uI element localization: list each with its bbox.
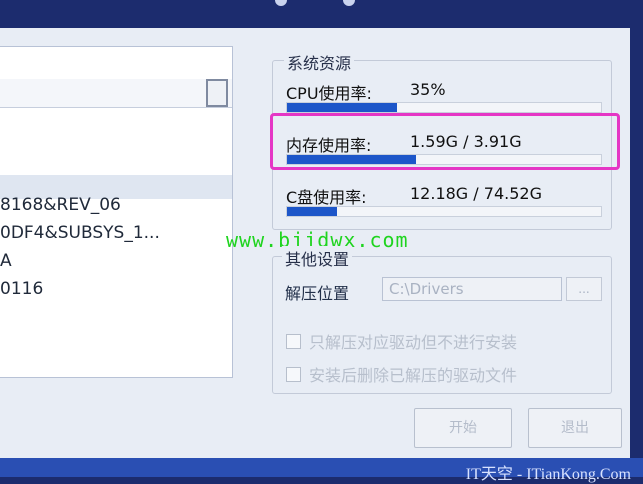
start-button[interactable]: 开始 bbox=[414, 408, 512, 448]
disk-usage-value: 12.18G / 74.52G bbox=[410, 184, 542, 203]
brand-text: IT天空 - ITianKong.Com bbox=[465, 466, 631, 483]
checkbox[interactable] bbox=[286, 367, 301, 382]
cpu-usage-bar-fill bbox=[287, 103, 397, 112]
cpu-usage-bar bbox=[286, 102, 602, 113]
disk-usage-bar bbox=[286, 206, 602, 217]
disk-usage-bar-fill bbox=[287, 207, 338, 216]
system-resources-title: 系统资源 bbox=[284, 50, 355, 74]
extract-path-input[interactable]: C:\Drivers bbox=[382, 277, 562, 301]
option-delete-after-install-label: 安装后删除已解压的驱动文件 bbox=[309, 366, 518, 385]
cpu-usage-value: 35% bbox=[410, 80, 446, 99]
option-extract-only-label: 只解压对应驱动但不进行安装 bbox=[309, 333, 518, 352]
browse-button[interactable]: ... bbox=[566, 277, 602, 301]
cpu-usage-label: CPU使用率: bbox=[286, 84, 372, 103]
window-title-dot bbox=[343, 0, 355, 6]
device-list[interactable]: 8168&REV_06 0DF4&SUBSYS_1... A 0116 bbox=[0, 46, 233, 378]
checkbox[interactable] bbox=[286, 334, 301, 349]
extract-path-label: 解压位置 bbox=[285, 284, 350, 303]
list-item[interactable]: A bbox=[0, 251, 232, 271]
option-delete-after-install[interactable]: 安装后删除已解压的驱动文件 bbox=[286, 362, 517, 386]
option-extract-only[interactable]: 只解压对应驱动但不进行安装 bbox=[286, 329, 517, 353]
window-title-dot bbox=[275, 0, 287, 6]
memory-highlight-box bbox=[270, 113, 620, 170]
list-item[interactable]: 8168&REV_06 bbox=[0, 195, 232, 215]
device-list-header bbox=[0, 79, 232, 108]
other-settings-title: 其他设置 bbox=[282, 246, 353, 270]
list-item[interactable]: 0116 bbox=[0, 279, 232, 299]
list-scroll-button[interactable] bbox=[206, 79, 228, 107]
disk-usage-label: C盘使用率: bbox=[286, 188, 367, 207]
exit-button[interactable]: 退出 bbox=[528, 408, 622, 448]
list-item[interactable]: 0DF4&SUBSYS_1... bbox=[0, 223, 232, 243]
